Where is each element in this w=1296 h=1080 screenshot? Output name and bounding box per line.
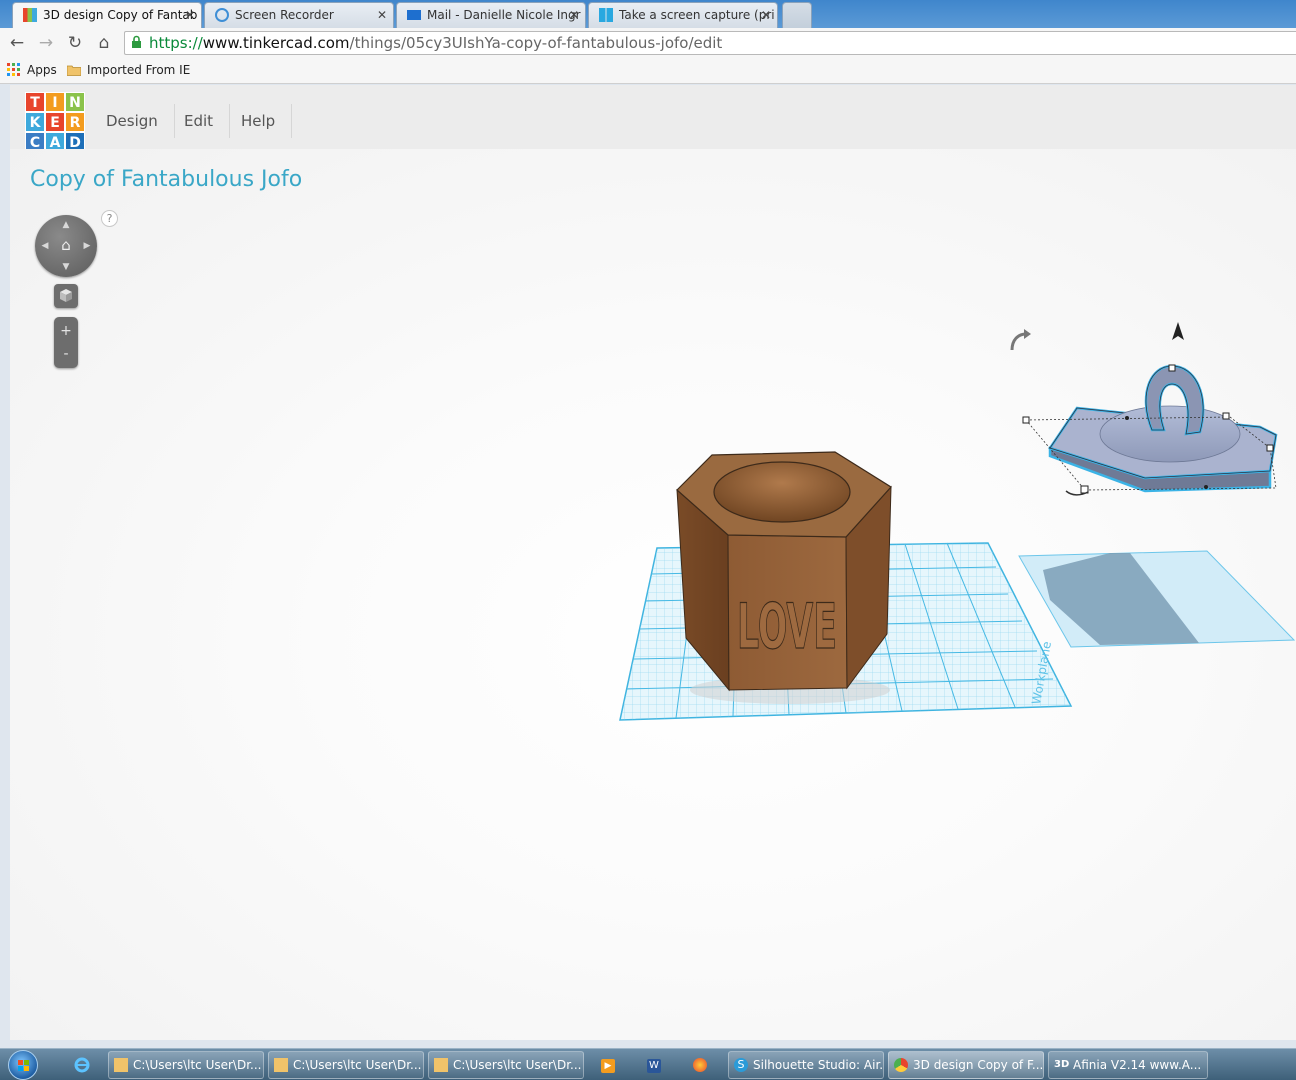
reload-icon[interactable]: ↻ (64, 32, 86, 54)
screen: { "browser": { "tabs": [ {"title": "3D d… (0, 0, 1296, 1080)
app-header: T I N K E R C A D Design Edit Help (10, 85, 1296, 152)
silhouette-icon: S (734, 1058, 748, 1072)
tab-tinkercad[interactable]: 3D design Copy of Fantab ✕ (12, 2, 202, 29)
menu-help[interactable]: Help (225, 104, 293, 138)
zoom-in-button[interactable]: + (54, 319, 78, 343)
taskbar-chrome-window[interactable]: 3D design Copy of F... (888, 1051, 1044, 1079)
tab-title: 3D design Copy of Fantab (43, 8, 198, 22)
resize-handle[interactable] (1022, 416, 1030, 424)
ie-logo-icon (74, 1057, 90, 1073)
screen-recorder-icon (215, 8, 229, 22)
logo-letter: I (45, 92, 65, 112)
cube-icon (60, 289, 72, 302)
taskbar-explorer-window[interactable]: C:\Users\ltc User\Dr... (428, 1051, 584, 1079)
windows-logo-icon (18, 1060, 29, 1071)
taskbar-silhouette-studio[interactable]: S Silhouette Studio: Air... (728, 1051, 884, 1079)
taskbar-item-label: Afinia V2.14 www.A... (1073, 1058, 1202, 1072)
chrome-icon (894, 1058, 908, 1072)
orbit-up-icon[interactable]: ▲ (60, 219, 72, 231)
love-text-object[interactable]: LOVE (736, 589, 837, 663)
lock-icon (132, 35, 141, 48)
internet-explorer-icon[interactable] (64, 1051, 100, 1079)
bookmark-folder-imported[interactable]: Imported From IE (67, 58, 190, 82)
orbit-left-icon[interactable]: ◀ (39, 240, 51, 252)
folder-icon (67, 65, 81, 76)
help-question-icon[interactable]: ? (101, 210, 118, 227)
taskbar-afinia-window[interactable]: 3D Afinia V2.14 www.A... (1048, 1051, 1208, 1079)
taskbar-explorer-window[interactable]: C:\Users\ltc User\Dr... (268, 1051, 424, 1079)
url-path: /things/05cy3UIshYa-copy-of-fantabulous-… (349, 34, 723, 52)
taskbar-item-label: Silhouette Studio: Air... (753, 1058, 884, 1072)
taskbar-item-label: C:\Users\ltc User\Dr... (293, 1058, 422, 1072)
logo-letter: T (25, 92, 45, 112)
bookmark-apps[interactable]: Apps (7, 58, 57, 82)
tinkercad-logo[interactable]: T I N K E R C A D (25, 92, 85, 152)
bookmark-label: Apps (27, 63, 57, 77)
tab-strip: 3D design Copy of Fantab ✕ Screen Record… (0, 0, 1296, 29)
zoom-out-button[interactable]: - (54, 342, 78, 366)
close-tab-icon[interactable]: ✕ (761, 3, 771, 27)
taskbar-item-label: C:\Users\ltc User\Dr... (453, 1058, 582, 1072)
tab-mail[interactable]: Mail - Danielle Nicole Ingr ✕ (396, 2, 586, 28)
taskbar-explorer-window[interactable]: C:\Users\ltc User\Dr... (108, 1051, 264, 1079)
forward-arrow-icon[interactable]: → (35, 32, 57, 54)
logo-letter: R (65, 112, 85, 132)
taskbar-item-label: C:\Users\ltc User\Dr... (133, 1058, 262, 1072)
home-icon[interactable]: ⌂ (93, 32, 115, 54)
zoom-control: + - (54, 317, 78, 368)
firefox-icon[interactable] (682, 1051, 718, 1079)
bookmark-label: Imported From IE (87, 63, 191, 77)
orbit-down-icon[interactable]: ▼ (60, 261, 72, 273)
back-arrow-icon[interactable]: ← (6, 32, 28, 54)
tinkercad-app: T I N K E R C A D Design Edit Help Copy … (10, 85, 1296, 1040)
close-tab-icon[interactable]: ✕ (569, 3, 579, 27)
address-bar[interactable]: https://www.tinkercad.com/things/05cy3UI… (124, 31, 1296, 55)
new-tab-button[interactable] (782, 2, 812, 28)
fit-view-cube-button[interactable] (54, 284, 78, 308)
url-host: www.tinkercad.com (202, 34, 350, 52)
browser-toolbar: ← → ↻ ⌂ https://www.tinkercad.com/things… (0, 28, 1296, 58)
url-scheme: https:// (149, 34, 203, 52)
orbit-right-icon[interactable]: ▶ (81, 240, 93, 252)
height-handle[interactable] (1168, 364, 1176, 372)
close-tab-icon[interactable]: ✕ (185, 3, 195, 27)
folder-icon (274, 1058, 288, 1072)
afinia-icon: 3D (1054, 1059, 1070, 1070)
logo-letter: N (65, 92, 85, 112)
resize-handle[interactable] (1222, 412, 1230, 420)
hex-pot-object[interactable] (676, 451, 892, 704)
folder-icon (434, 1058, 448, 1072)
close-tab-icon[interactable]: ✕ (377, 3, 387, 27)
tinkercad-favicon-icon (23, 8, 37, 22)
start-button[interactable] (8, 1050, 38, 1080)
logo-letter: K (25, 112, 45, 132)
bookmarks-bar: Apps Imported From IE (0, 58, 1296, 84)
media-player-icon[interactable]: ▶ (590, 1051, 626, 1079)
mail-envelope-icon (407, 10, 421, 20)
taskbar-item-label: 3D design Copy of F... (913, 1058, 1044, 1072)
resize-handle[interactable] (1266, 444, 1274, 452)
folder-icon (114, 1058, 128, 1072)
tab-screen-recorder[interactable]: Screen Recorder ✕ (204, 2, 394, 28)
menu-edit[interactable]: Edit (168, 104, 231, 138)
home-view-icon[interactable]: ⌂ (57, 236, 75, 254)
word-icon[interactable]: W (636, 1051, 672, 1079)
windows-taskbar: C:\Users\ltc User\Dr... C:\Users\ltc Use… (0, 1048, 1296, 1080)
tab-title: Take a screen capture (pri (619, 8, 775, 22)
logo-letter: E (45, 112, 65, 132)
tab-title: Screen Recorder (235, 8, 334, 22)
view-orbit-control[interactable]: ▲ ▼ ◀ ▶ ⌂ (35, 215, 97, 277)
tab-title: Mail - Danielle Nicole Ingr (427, 8, 581, 22)
apps-grid-icon (7, 63, 20, 76)
tab-screen-capture[interactable]: Take a screen capture (pri ✕ (588, 2, 778, 28)
menu-design[interactable]: Design (90, 104, 175, 138)
windows-logo-icon (599, 8, 613, 22)
design-title[interactable]: Copy of Fantabulous Jofo (30, 167, 302, 192)
